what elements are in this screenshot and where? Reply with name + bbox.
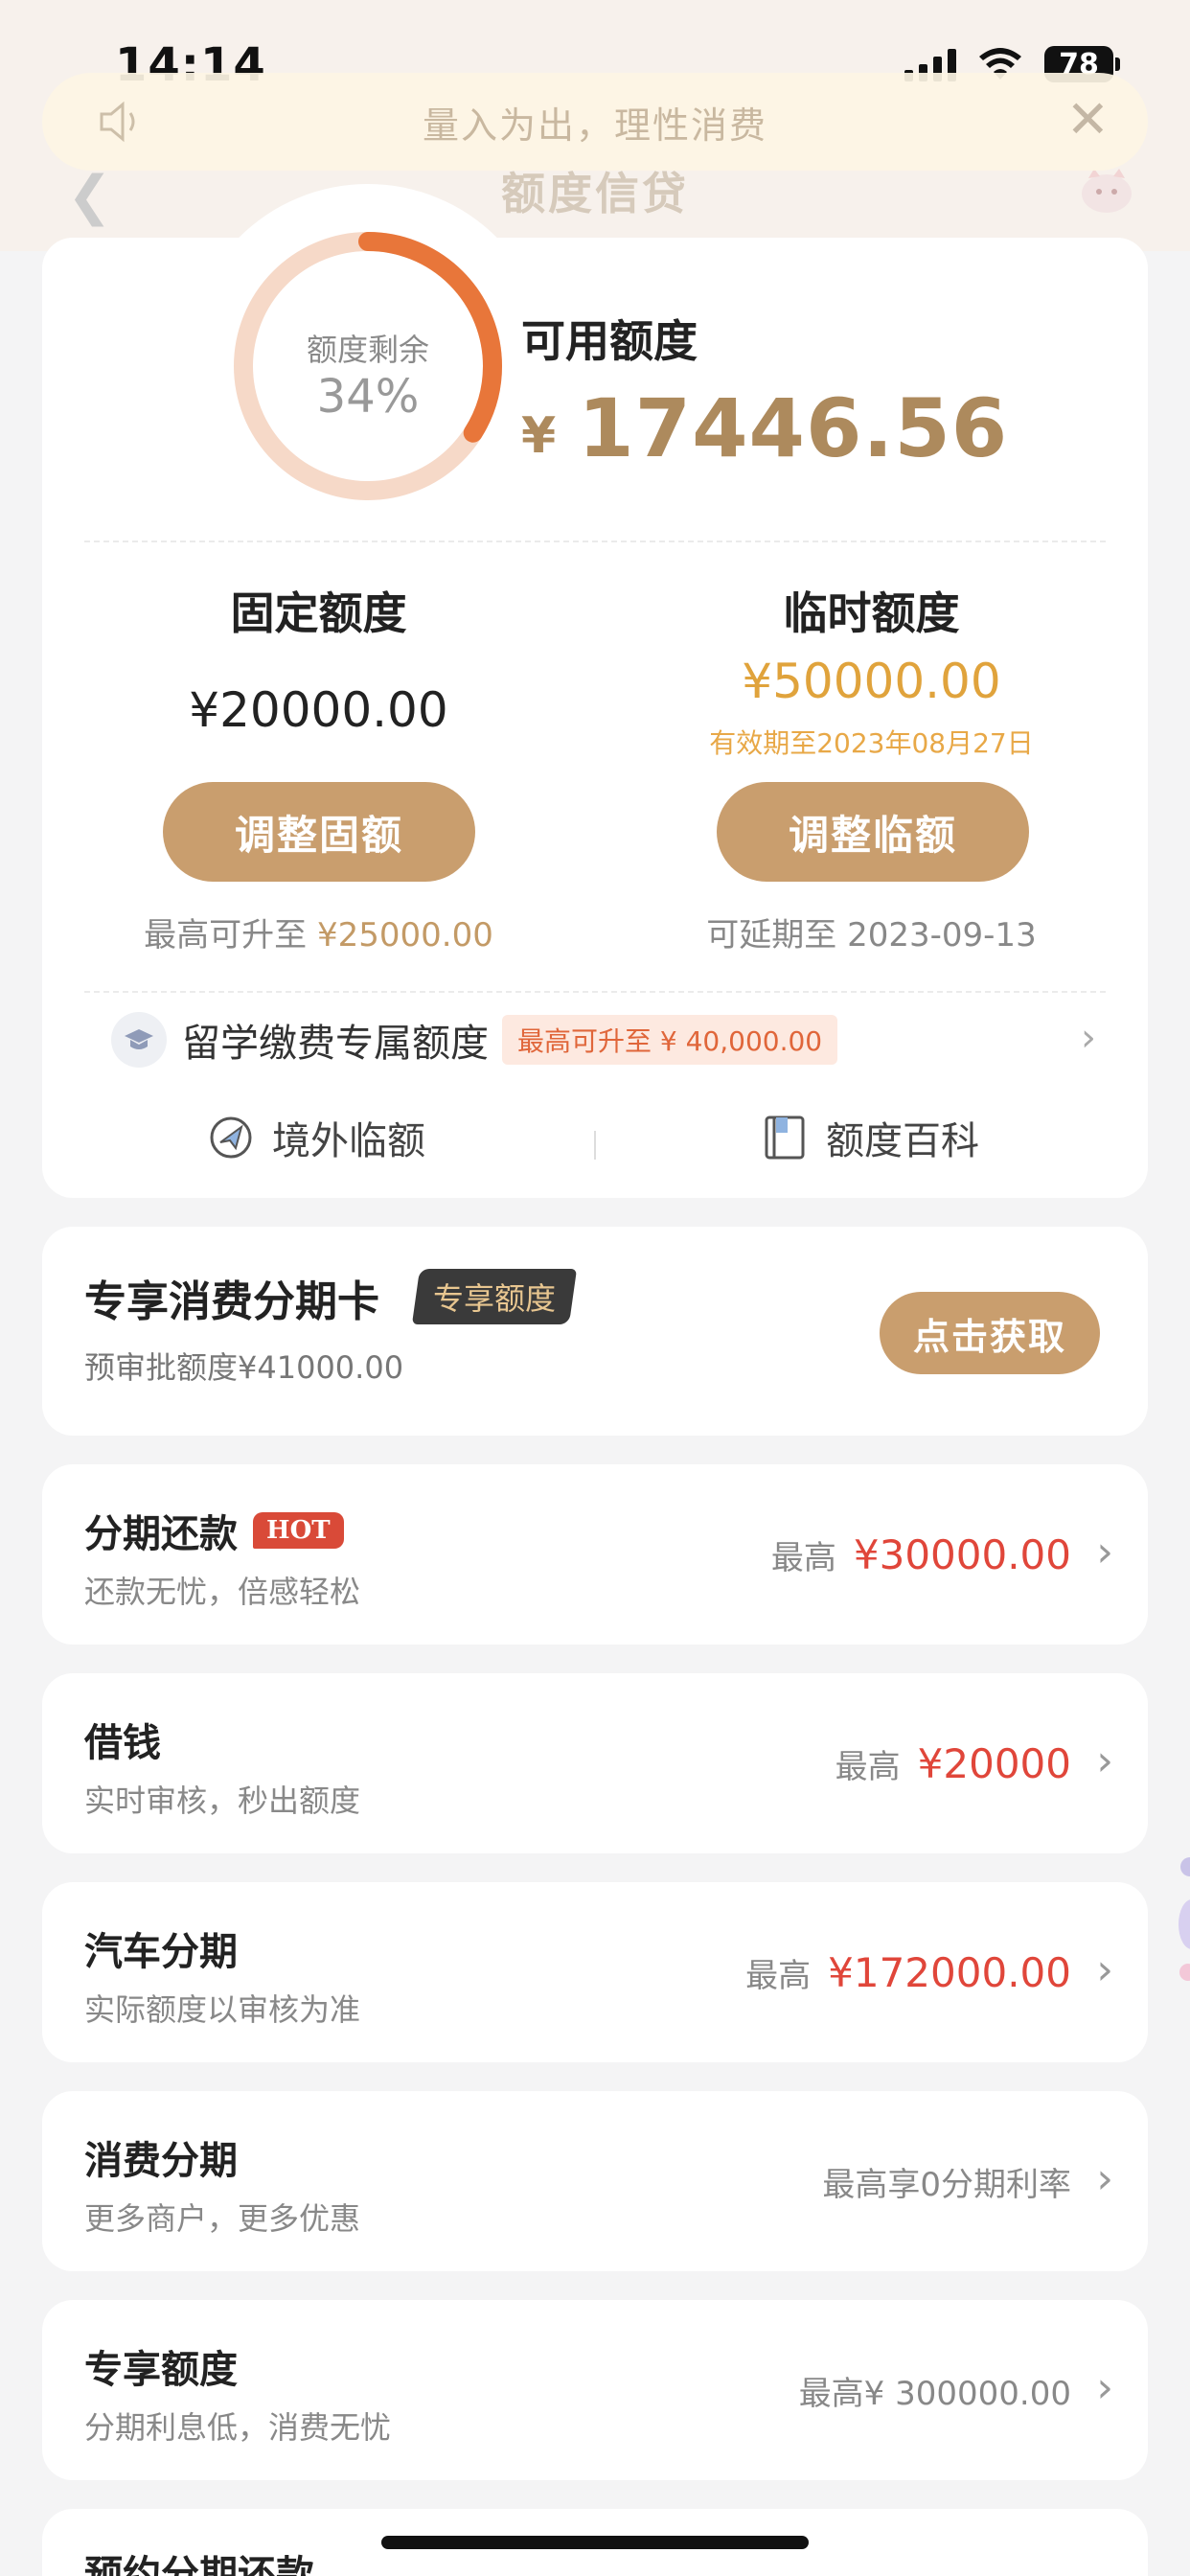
chevron-right-icon: › [1096, 1945, 1113, 1994]
overseas-label: 境外临额 [272, 1119, 425, 1163]
study-label: 留学缴费专属额度 [182, 1022, 489, 1066]
ring-label: 额度剩余 [306, 332, 429, 368]
fixed-amount: ¥20000.00 [189, 682, 448, 738]
divider [594, 1131, 596, 1160]
book-icon [765, 1116, 805, 1160]
exclusive-installment-card: 专享消费分期卡 专享额度 预审批额度¥41000.00 点击获取 [42, 1227, 1148, 1436]
fixed-note-value: ¥25000.00 [316, 916, 493, 954]
list-item-consumer-installment[interactable]: 消费分期 更多商户，更多优惠 最高享0分期利率 › [42, 2091, 1148, 2271]
divider [84, 991, 1106, 993]
notice-banner: 量入为出，理性消费 ✕ [42, 73, 1148, 171]
exclusive-subtitle: 预审批额度¥41000.00 [84, 1349, 404, 1386]
fixed-title: 固定额度 [230, 587, 407, 639]
close-icon[interactable]: ✕ [1066, 94, 1110, 146]
temp-expiry: 有效期至2023年08月27日 [709, 727, 1034, 759]
item-amount: ¥20000 [917, 1740, 1071, 1787]
get-now-button[interactable]: 点击获取 [880, 1292, 1100, 1374]
item-subtitle: 分期利息低，消费无忧 [84, 2409, 392, 2446]
overseas-temp-link[interactable]: 境外临额 [207, 1110, 425, 1165]
speaker-icon [100, 101, 135, 143]
item-subtitle: 实时审核，秒出额度 [84, 1782, 361, 1819]
notice-text: 量入为出，理性消费 [422, 104, 767, 147]
item-prefix: 最高 [835, 1748, 901, 1786]
list-item-exclusive-quota[interactable]: 专享额度 分期利息低，消费无忧 最高¥ 300000.00 › [42, 2300, 1148, 2480]
item-subtitle: 还款无忧，倍感轻松 [84, 1574, 361, 1610]
item-subtitle: 实际额度以审核为准 [84, 1991, 361, 2028]
chevron-right-icon: › [1096, 1528, 1113, 1576]
list-item-car-installment[interactable]: 汽车分期 实际额度以审核为准 最高 ¥172000.00 › [42, 1882, 1148, 2062]
chevron-right-icon: › [1096, 2363, 1113, 2412]
study-tag: 最高可升至 ¥ 40,000.00 [502, 1015, 838, 1065]
adjust-temp-button[interactable]: 调整临额 [717, 782, 1029, 882]
item-prefix: 最高 [745, 1957, 812, 1995]
item-amount: ¥30000.00 [853, 1531, 1071, 1578]
item-prefix: 最高 [770, 1539, 836, 1577]
encyclopedia-link[interactable]: 额度百科 [761, 1110, 979, 1165]
temp-title: 临时额度 [783, 587, 960, 639]
list-item-borrow[interactable]: 借钱 实时审核，秒出额度 最高 ¥20000 › [42, 1673, 1148, 1853]
item-subtitle: 更多商户，更多优惠 [84, 2200, 361, 2237]
available-label: 可用额度 [521, 315, 698, 367]
item-title: 分期还款 [84, 1512, 238, 1556]
item-title: 专享额度 [84, 2348, 238, 2392]
chevron-right-icon[interactable]: › [1081, 1016, 1096, 1060]
graduation-cap-icon [111, 1012, 167, 1068]
study-quota-row[interactable]: 留学缴费专属额度 最高可升至 ¥ 40,000.00 [111, 1012, 838, 1068]
home-indicator[interactable] [381, 2536, 809, 2549]
item-title: 汽车分期 [84, 1930, 238, 1974]
assistant-icon[interactable] [1077, 165, 1136, 215]
bottom-links: 境外临额 额度百科 [42, 1110, 1148, 1179]
exclusive-badge: 专享额度 [411, 1269, 578, 1324]
item-amount: ¥172000.00 [828, 1949, 1071, 1996]
item-title: 借钱 [84, 1721, 161, 1765]
divider [84, 540, 1106, 542]
list-item-installment-repay[interactable]: 分期还款 HOT 还款无忧，倍感轻松 最高 ¥30000.00 › [42, 1464, 1148, 1644]
currency-symbol: ¥ [521, 407, 558, 465]
ring-percent: 34% [316, 370, 420, 424]
temp-note: 可延期至 2023-09-13 [706, 916, 1037, 954]
available-amount: ¥17446.56 [521, 381, 1008, 475]
encyclopedia-label: 额度百科 [826, 1119, 979, 1163]
exclusive-badge-text: 专享额度 [433, 1280, 557, 1317]
fixed-note: 最高可升至 ¥25000.00 [42, 908, 595, 955]
credit-card: 额度剩余 34% 可用额度 ¥17446.56 固定额度 临时额度 ¥20000… [42, 184, 1148, 1198]
item-title: 消费分期 [84, 2139, 238, 2183]
chevron-right-icon: › [1096, 1736, 1113, 1785]
item-title: 预约分期还款 [84, 2553, 314, 2576]
adjust-fixed-button[interactable]: 调整固额 [163, 782, 475, 882]
floating-widget[interactable] [1171, 1848, 1190, 1991]
item-plain: 最高享0分期利率 [822, 2166, 1071, 2204]
plane-icon [210, 1116, 252, 1159]
temp-amount: ¥50000.00 [742, 654, 1001, 709]
fixed-note-prefix: 最高可升至 [144, 916, 308, 954]
exclusive-title: 专享消费分期卡 [84, 1277, 379, 1326]
available-value: 17446.56 [578, 381, 1009, 475]
item-plain: 最高¥ 300000.00 [798, 2375, 1071, 2413]
chevron-right-icon: › [1096, 2154, 1113, 2203]
hot-badge: HOT [253, 1512, 344, 1549]
